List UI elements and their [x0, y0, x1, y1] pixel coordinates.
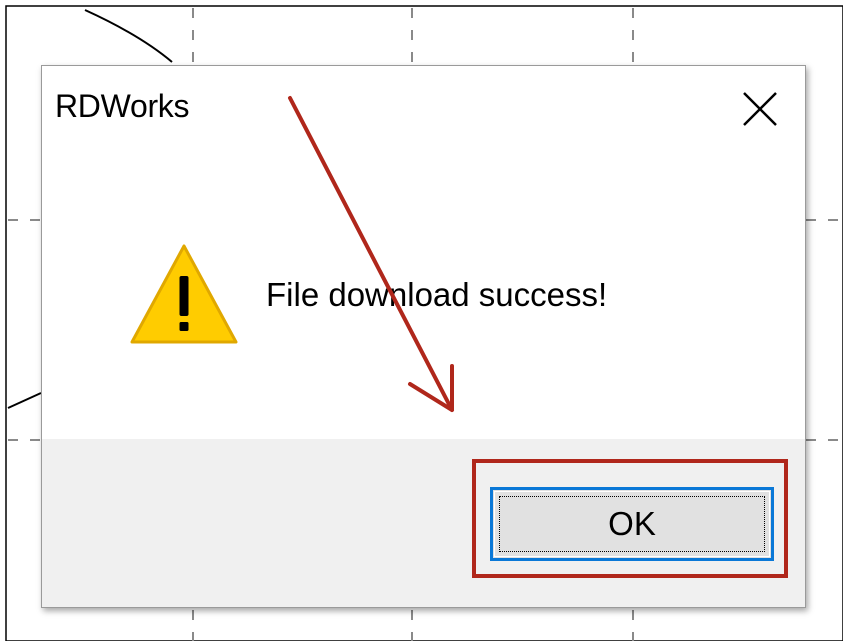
close-icon — [743, 92, 777, 126]
dialog-title: RDWorks — [55, 88, 190, 124]
close-button[interactable] — [735, 84, 785, 134]
dialog-message: File download success! — [266, 276, 608, 313]
ok-button-label: OK — [608, 505, 656, 542]
screenshot-stage: RDWorks File download success! OK — [0, 0, 843, 641]
ok-button[interactable]: OK — [490, 487, 774, 561]
warning-triangle-icon — [130, 244, 238, 344]
dialog-footer: OK — [42, 439, 805, 607]
message-dialog: RDWorks File download success! OK — [41, 65, 806, 608]
dialog-body: File download success! — [42, 154, 805, 439]
title-bar: RDWorks — [42, 66, 805, 154]
